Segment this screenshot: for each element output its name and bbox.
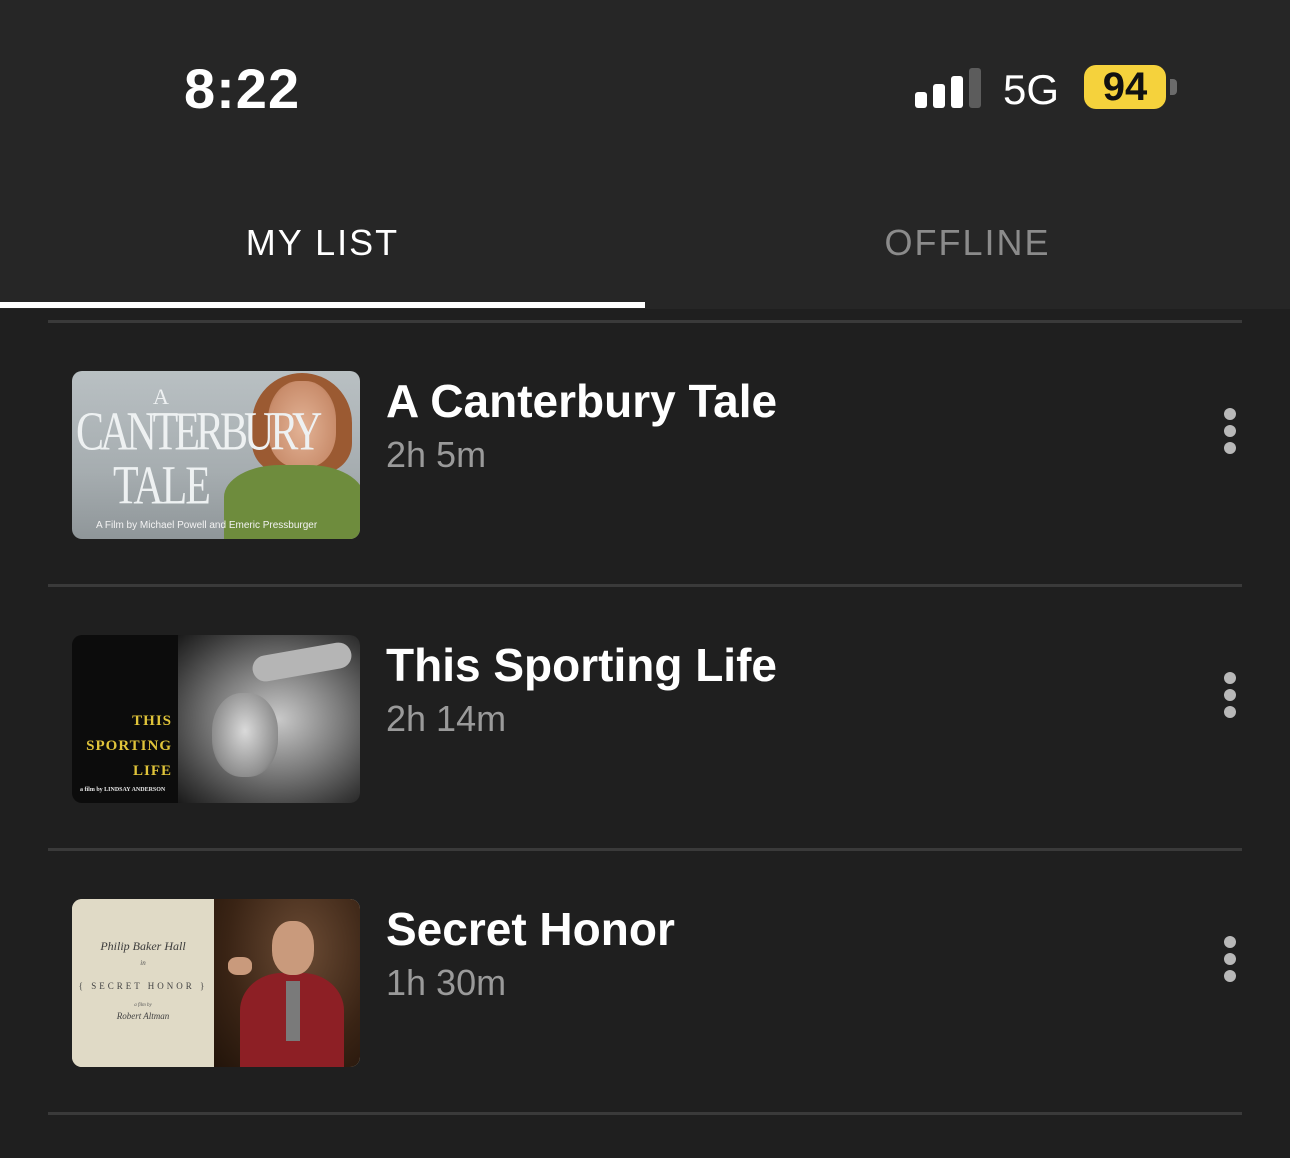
list-item[interactable]: THIS SPORTING LIFE a film by LINDSAY AND… — [0, 586, 1290, 850]
more-vertical-icon[interactable] — [1210, 930, 1250, 990]
item-title[interactable]: A Canterbury Tale — [386, 374, 777, 428]
poster-in: in — [140, 959, 146, 967]
battery-tip — [1170, 79, 1177, 95]
tab-my-list[interactable]: MY LIST — [0, 222, 645, 264]
poster-thumbnail[interactable]: Philip Baker Hall in { SECRET HONOR } a … — [72, 899, 360, 1067]
poster-title-art: A CANTERBURY TALE — [76, 384, 322, 517]
tab-offline[interactable]: OFFLINE — [645, 222, 1290, 264]
active-tab-indicator — [0, 302, 645, 308]
app-header: 8:22 5G 94 MY LIST OFFLINE — [0, 0, 1290, 309]
poster-thumbnail[interactable]: THIS SPORTING LIFE a film by LINDSAY AND… — [72, 635, 360, 803]
item-title[interactable]: Secret Honor — [386, 902, 675, 956]
battery-icon: 94 — [1084, 65, 1166, 109]
list-divider — [48, 1112, 1242, 1115]
item-duration: 2h 14m — [386, 698, 507, 739]
list-item[interactable]: Philip Baker Hall in { SECRET HONOR } a … — [0, 850, 1290, 1114]
poster-credit: A Film by Michael Powell and Emeric Pres… — [96, 520, 318, 531]
more-vertical-icon[interactable] — [1210, 666, 1250, 726]
poster-title-art: THIS SPORTING LIFE — [86, 713, 172, 779]
poster-credit: a film by LINDSAY ANDERSON — [80, 787, 166, 793]
network-type: 5G — [1003, 66, 1060, 113]
list-item[interactable]: A CANTERBURY TALE A Film by Michael Powe… — [0, 322, 1290, 586]
cellular-signal-icon — [915, 68, 981, 108]
item-title[interactable]: This Sporting Life — [386, 638, 777, 692]
poster-director: Robert Altman — [116, 1011, 170, 1021]
poster-actor: Philip Baker Hall — [100, 939, 186, 953]
more-vertical-icon[interactable] — [1210, 402, 1250, 462]
poster-thumbnail[interactable]: A CANTERBURY TALE A Film by Michael Powe… — [72, 371, 360, 539]
poster-a-film-by: a film by — [134, 1003, 152, 1008]
status-time: 8:22 — [184, 57, 301, 120]
item-duration: 2h 5m — [386, 434, 487, 475]
item-duration: 1h 30m — [386, 962, 507, 1003]
poster-title-art: { SECRET HONOR } — [78, 981, 208, 991]
